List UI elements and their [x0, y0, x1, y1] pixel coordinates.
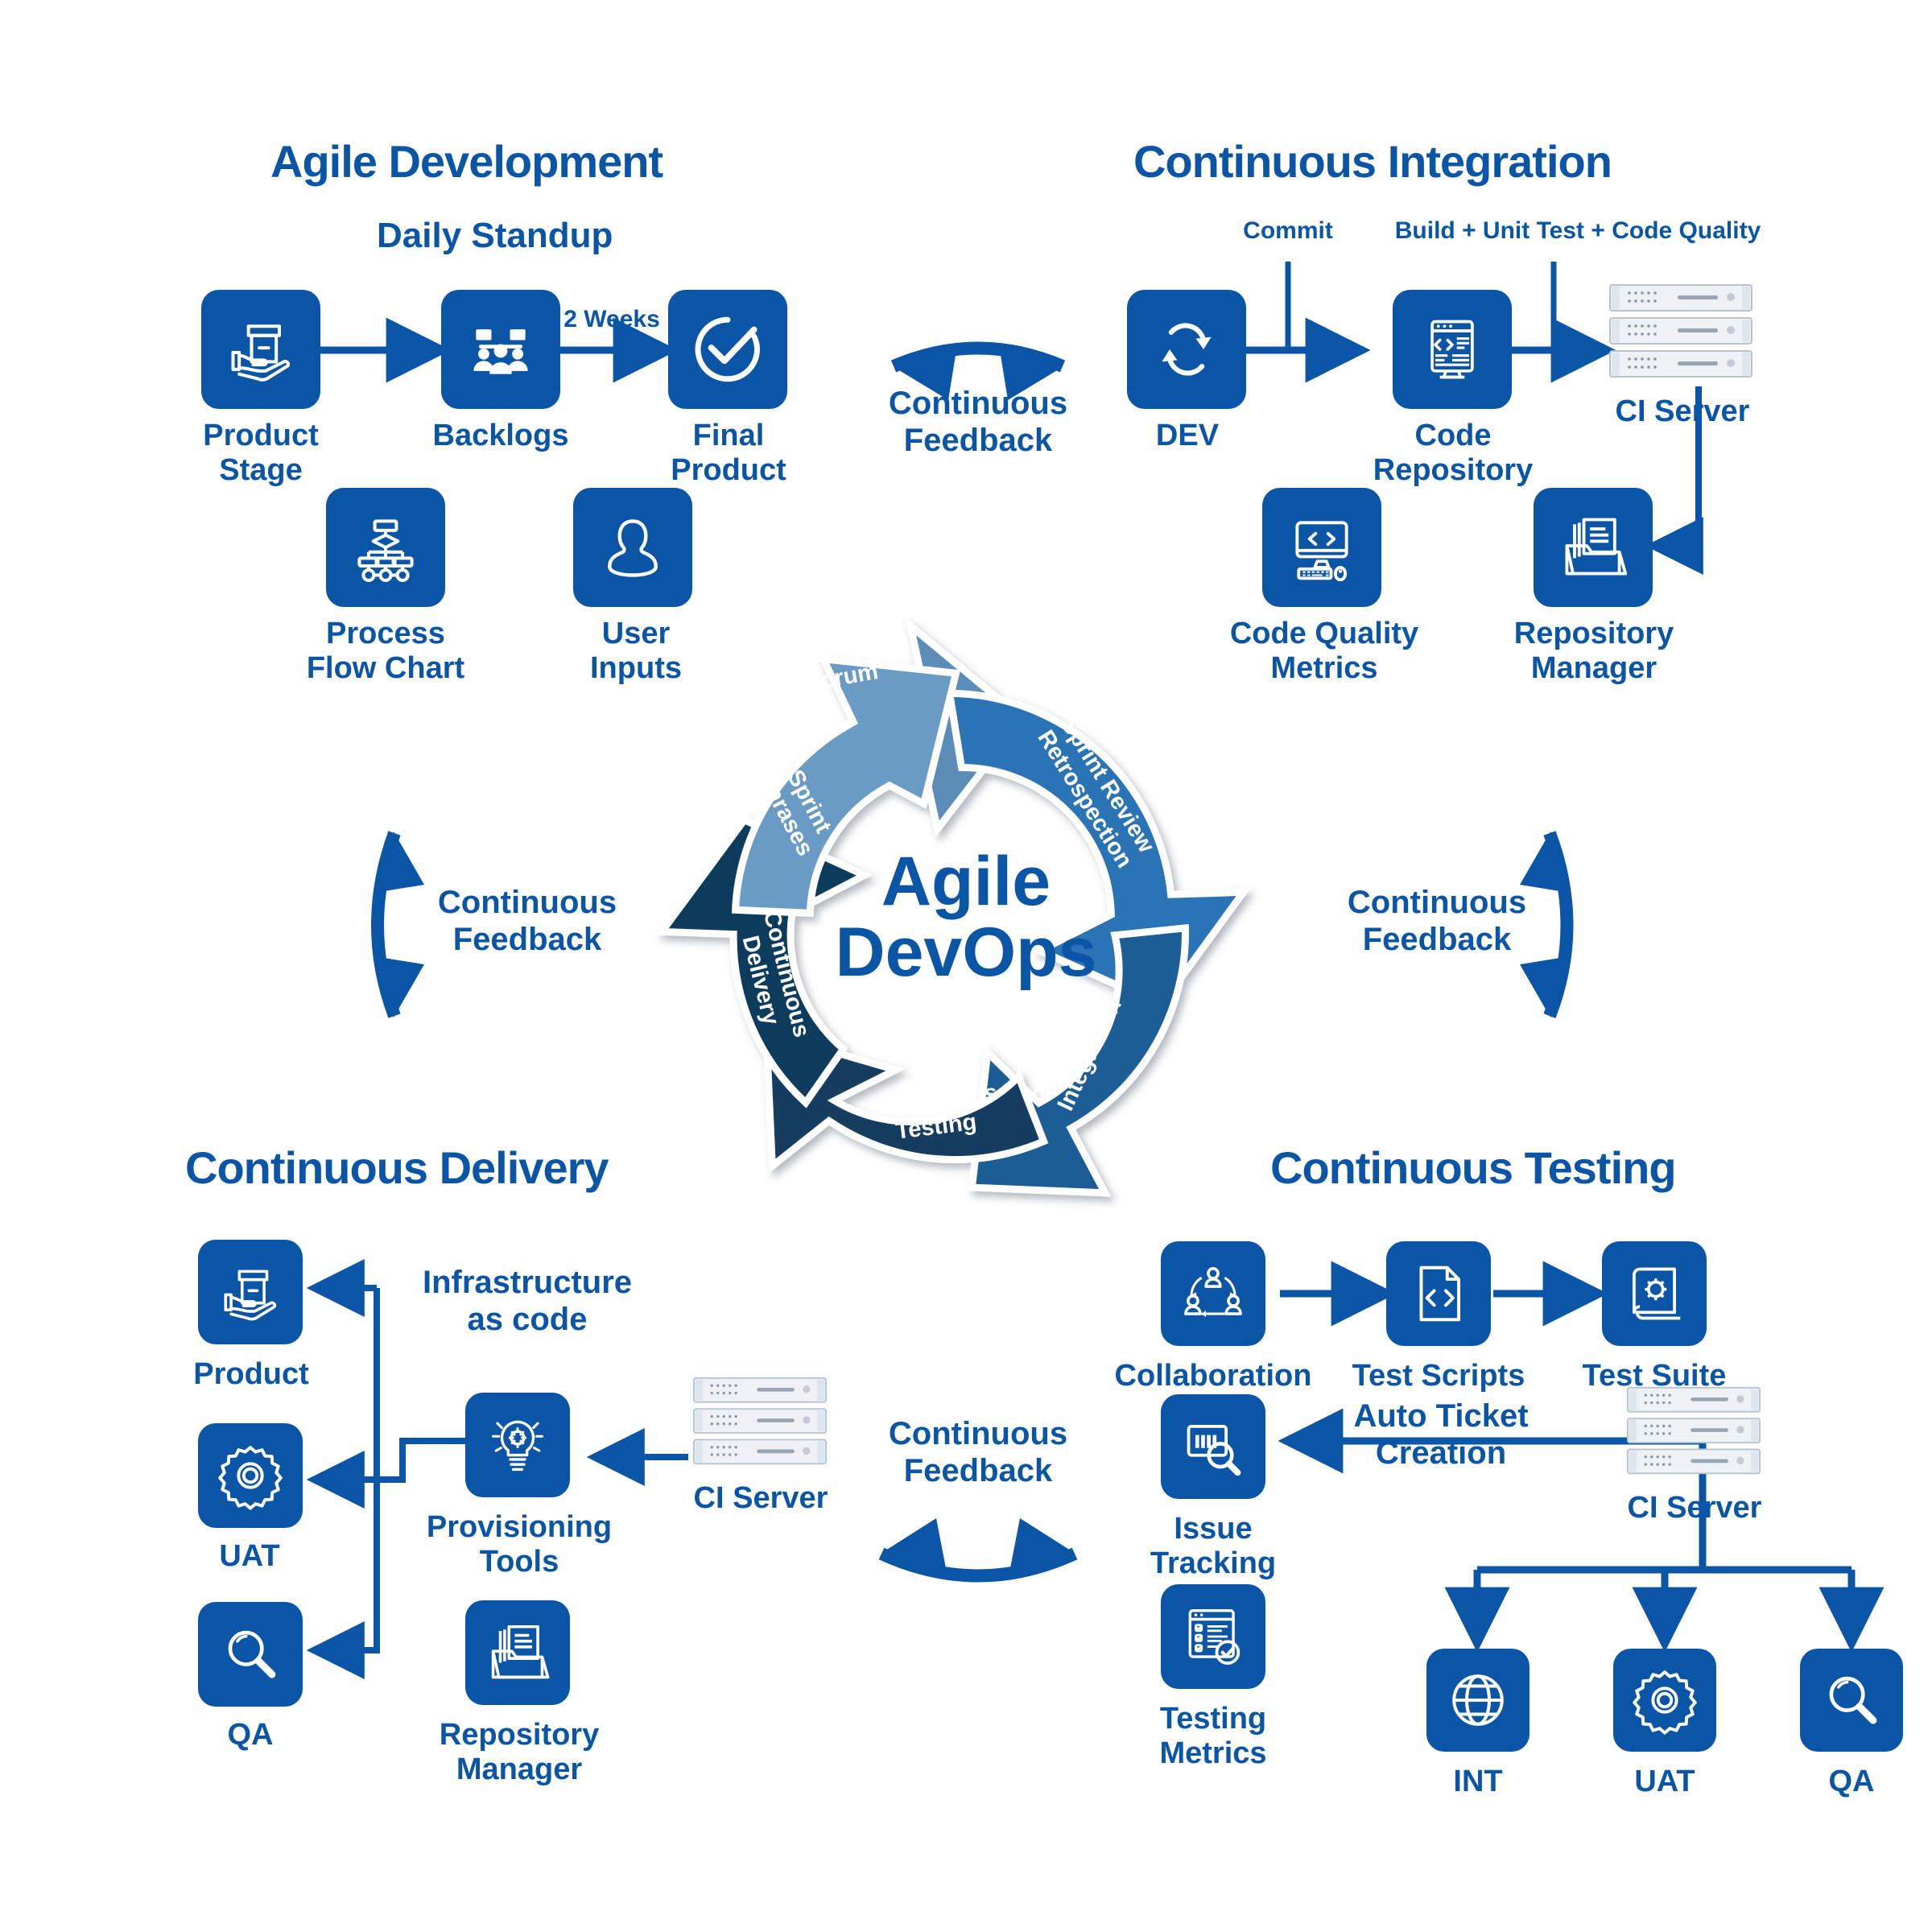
node-label-ci-server-testing: CI Server — [1627, 1491, 1762, 1525]
node-label-process-flow-chart: Process Flow Chart — [306, 617, 465, 685]
code-monitor-icon — [1430, 320, 1474, 379]
collaboration-icon — [1184, 1267, 1242, 1318]
node-label-dev: DEV — [1155, 419, 1220, 452]
node-product-stage[interactable] — [201, 290, 320, 409]
node-uat-testing[interactable] — [1613, 1649, 1716, 1752]
gear-icon — [218, 1446, 283, 1510]
hand-box-icon — [224, 1269, 277, 1321]
node-repository-manager-delivery[interactable] — [465, 1600, 570, 1705]
node-dev[interactable] — [1127, 290, 1246, 409]
node-ci-server-testing[interactable] — [1626, 1386, 1761, 1476]
node-qa-testing[interactable] — [1800, 1649, 1903, 1752]
devops-infographic: DailyScrum Sprint ReviewRetrospection Co… — [0, 0, 1932, 1932]
node-uat-delivery[interactable] — [198, 1423, 303, 1528]
feedback-label-left: Continuous Feedback — [437, 885, 617, 957]
node-provisioning-tools[interactable] — [465, 1393, 570, 1497]
flowchart-icon — [357, 519, 414, 583]
node-repository-manager-integration[interactable] — [1534, 488, 1653, 607]
user-icon — [608, 519, 658, 577]
node-label-qa-delivery: QA — [227, 1718, 274, 1752]
subtitle-daily-standup: Daily Standup — [377, 216, 613, 255]
node-label-testing-metrics: Testing Metrics — [1159, 1702, 1267, 1770]
node-label-ci-server-integration: CI Server — [1615, 394, 1750, 428]
edge-label-auto-ticket-creation: Auto Ticket Creation — [1353, 1398, 1529, 1471]
node-user-inputs[interactable] — [573, 488, 692, 607]
bug-search-icon — [1187, 1425, 1241, 1476]
node-label-repository-manager-integration: Repository Manager — [1513, 617, 1674, 685]
edge-label-2-weeks: 2 Weeks — [564, 306, 660, 332]
node-label-qa-testing: QA — [1828, 1765, 1875, 1798]
folder-docs-icon — [491, 1624, 550, 1679]
feedback-label-bottom: Continuous Feedback — [888, 1416, 1068, 1488]
node-testing-metrics[interactable] — [1161, 1584, 1265, 1689]
node-label-backlogs: Backlogs — [432, 419, 569, 452]
checklist-icon — [1188, 1609, 1241, 1666]
node-product-delivery[interactable] — [198, 1240, 303, 1344]
node-label-provisioning-tools: Provisioning Tools — [426, 1510, 613, 1579]
node-label-test-scripts: Test Scripts — [1352, 1359, 1525, 1393]
server-rack-icon — [692, 1377, 828, 1465]
server-rack-icon — [1609, 284, 1752, 378]
node-backlogs[interactable] — [441, 290, 560, 409]
edge-label-commit: Commit — [1243, 217, 1333, 244]
node-test-scripts[interactable] — [1386, 1241, 1491, 1346]
node-label-repository-manager-delivery: Repository Manager — [439, 1718, 600, 1786]
node-label-final-product: Final Product — [671, 419, 786, 487]
section-title-agile-development: Agile Development — [270, 136, 663, 187]
section-title-continuous-integration: Continuous Integration — [1133, 136, 1612, 187]
node-issue-tracking[interactable] — [1161, 1394, 1265, 1499]
node-collaboration[interactable] — [1161, 1241, 1265, 1346]
node-label-uat-delivery: UAT — [219, 1539, 280, 1573]
section-title-continuous-testing: Continuous Testing — [1270, 1142, 1677, 1193]
server-rack-icon — [1626, 1386, 1761, 1475]
node-code-repository[interactable] — [1393, 290, 1512, 409]
code-screen-icon — [1295, 521, 1348, 582]
edge-label-build-unit-test: Build + Unit Test + Code Quality — [1394, 217, 1761, 244]
sync-icon — [1162, 323, 1212, 376]
bulb-gear-icon — [492, 1420, 543, 1472]
wheel-segment-sprint-review — [945, 689, 1251, 1009]
magnifier-icon — [228, 1630, 276, 1678]
node-label-ci-server-delivery: CI Server — [693, 1481, 828, 1515]
section-title-continuous-delivery: Continuous Delivery — [185, 1142, 609, 1193]
feedback-label-right: Continuous Feedback — [1347, 885, 1527, 957]
gear-icon — [1633, 1670, 1697, 1735]
magnifier-icon — [1829, 1676, 1877, 1724]
node-qa-delivery[interactable] — [198, 1602, 303, 1707]
scroll-gear-icon — [1633, 1267, 1681, 1320]
node-code-quality-metrics[interactable] — [1262, 488, 1381, 607]
node-label-user-inputs: User Inputs — [590, 617, 682, 685]
hand-box-icon — [231, 324, 291, 382]
edge-label-infrastructure-as-code: Infrastructure as code — [422, 1265, 633, 1337]
node-label-code-repository: Code Repository — [1373, 419, 1534, 487]
node-int[interactable] — [1426, 1649, 1530, 1752]
node-ci-server-delivery[interactable] — [692, 1377, 828, 1467]
node-label-int: INT — [1453, 1765, 1503, 1798]
node-label-issue-tracking: Issue Tracking — [1150, 1512, 1277, 1580]
node-label-code-quality-metrics: Code Quality Metrics — [1229, 617, 1419, 685]
node-final-product[interactable] — [668, 290, 787, 409]
node-label-product-delivery: Product — [193, 1357, 309, 1391]
node-label-collaboration: Collaboration — [1114, 1359, 1312, 1393]
feedback-arrow-bottom — [878, 1518, 1078, 1583]
check-circle-icon — [695, 316, 760, 382]
node-test-suite[interactable] — [1602, 1241, 1707, 1346]
team-board-icon — [473, 329, 528, 374]
node-ci-server-integration[interactable] — [1608, 283, 1753, 380]
code-file-icon — [1419, 1265, 1461, 1322]
folder-docs-icon — [1565, 518, 1628, 576]
globe-icon — [1452, 1674, 1504, 1726]
node-label-product-stage: Product Stage — [203, 419, 319, 487]
node-process-flow-chart[interactable] — [326, 488, 445, 607]
feedback-label-top: Continuous Feedback — [888, 386, 1068, 458]
node-label-uat-testing: UAT — [1634, 1765, 1695, 1798]
